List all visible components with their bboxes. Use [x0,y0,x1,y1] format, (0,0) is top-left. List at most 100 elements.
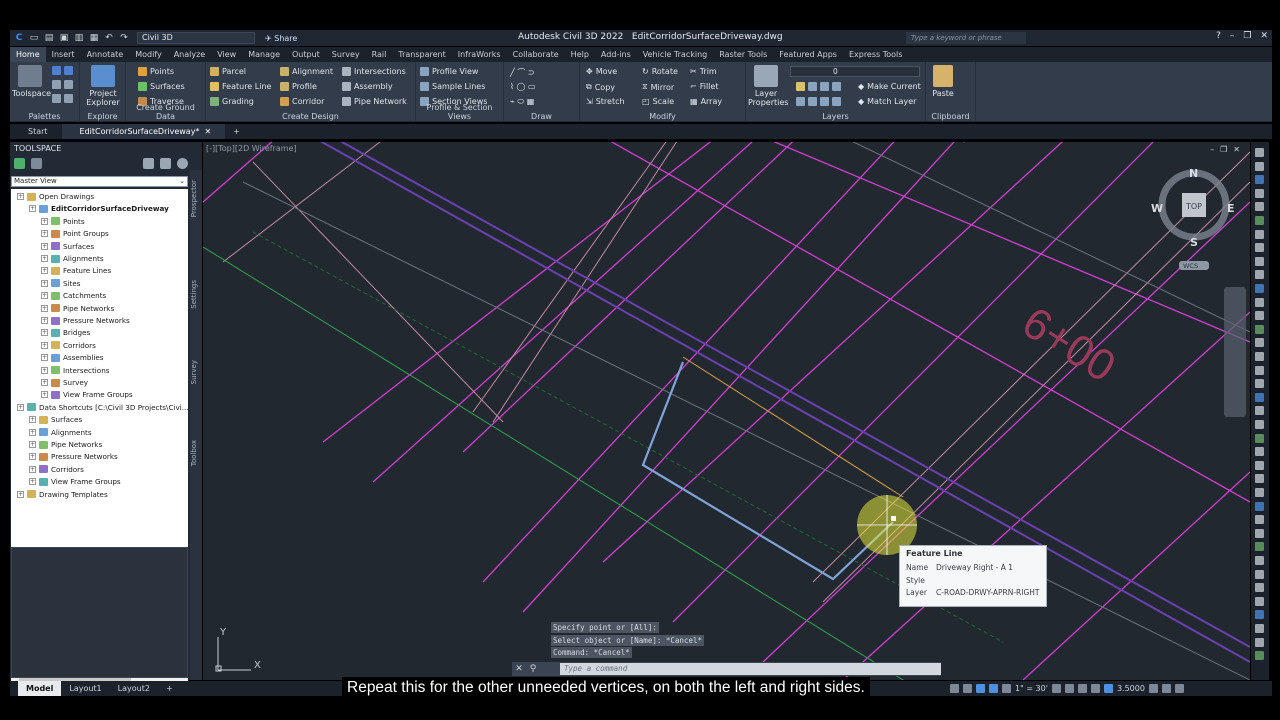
points-button[interactable]: Points [138,67,174,76]
expand-icon[interactable]: + [17,403,24,411]
tool-icon[interactable] [1255,352,1264,361]
search-input[interactable]: Type a keyword or phrase [906,32,1026,44]
print-icon[interactable]: ▦ [89,33,99,43]
tab-start[interactable]: Start [10,124,62,139]
tree-item[interactable]: + Intersections [41,365,110,376]
settings-gear-icon[interactable] [1051,684,1061,693]
minimize-icon[interactable]: – [1230,31,1235,41]
snap-icon[interactable] [950,684,959,693]
tab-analyze[interactable]: Analyze [168,47,212,62]
feature-line-button[interactable]: Feature Line [210,82,271,91]
osnap-icon[interactable] [1002,684,1011,693]
fillet-button[interactable]: ⌐ Fillet [690,82,718,91]
tree-item[interactable]: + Assemblies [41,352,104,363]
tool-icon[interactable] [1255,542,1264,552]
compass-w[interactable]: W [1151,202,1163,215]
layer-properties-button[interactable]: Layer Properties [748,65,788,107]
palette-icons-2[interactable] [52,80,73,89]
command-customize-icon[interactable]: ⚲ [526,664,540,674]
tool-icon[interactable] [1255,474,1264,484]
tree-item[interactable]: + View Frame Groups [29,476,121,487]
sample-lines-button[interactable]: Sample Lines [420,82,485,91]
tool-icon[interactable] [1255,447,1264,457]
tree-item[interactable]: + Surfaces [41,241,94,252]
expand-icon[interactable]: + [17,490,24,498]
tree-item[interactable]: + Pressure Networks [41,315,130,326]
list-icon[interactable] [160,157,171,169]
hardware-accel-icon[interactable] [1090,684,1100,693]
mirror-button[interactable]: ⧖ Mirror [642,82,674,92]
refresh-icon[interactable] [31,157,42,169]
tab-layout1[interactable]: Layout1 [61,681,109,696]
tool-icon[interactable] [1255,188,1264,198]
match-layer-button[interactable]: ◆ Match Layer [858,97,916,106]
share-button[interactable]: ✈ Share [265,34,297,43]
tab-home[interactable]: Home [10,47,46,62]
layer-tools-row-2[interactable] [796,97,841,106]
command-close-icon[interactable]: ✕ [512,664,526,674]
tab-view[interactable]: View [211,47,242,62]
profile-button[interactable]: Profile [280,82,317,91]
tree-item[interactable]: + Open Drawings [17,191,94,202]
viewport-restore-icon[interactable]: ❐ [1220,145,1227,154]
tool-icon[interactable] [1255,420,1264,429]
viewcube-top-label[interactable]: TOP [1185,202,1202,211]
tree-item[interactable]: + Corridors [29,464,84,475]
tool-icon[interactable] [1255,583,1264,593]
move-button[interactable]: ✥ Move [586,67,617,76]
tab-modify[interactable]: Modify [129,47,168,62]
workspace-select[interactable]: Civil 3D [137,32,255,44]
tab-active-drawing[interactable]: EditCorridorSurfaceDriveway* ✕ [61,124,226,139]
tree-item[interactable]: + Feature Lines [41,265,111,276]
tool-icon[interactable] [1255,637,1264,647]
tab-infraworks[interactable]: InfraWorks [452,47,507,62]
master-view-select[interactable]: Master View ⌄ [11,176,188,187]
app-menu-icon[interactable]: C [14,33,24,43]
tree-item[interactable]: + Survey [41,377,88,388]
tab-output[interactable]: Output [286,47,326,62]
spline-tool[interactable]: ⌁ ⬭ ▦ [510,97,534,107]
profile-view-button[interactable]: Profile View [420,67,478,76]
isolate-icon[interactable] [1077,684,1087,693]
tree-item[interactable]: + Pipe Networks [41,303,114,314]
tab-manage[interactable]: Manage [242,47,286,62]
viewport-label[interactable]: [-][Top][2D Wireframe] [206,144,297,153]
tool-icon[interactable] [1255,202,1264,212]
tab-close-icon[interactable]: ✕ [202,127,212,136]
tool-icon[interactable] [1255,624,1264,633]
ortho-icon[interactable] [976,684,985,693]
tree-item[interactable]: + Point Groups [41,228,109,239]
tool-icon[interactable] [1255,270,1264,280]
viewcube-compass[interactable]: TOP N S E W WCS [1151,167,1235,270]
command-input[interactable]: Type a command [560,663,941,675]
stretch-button[interactable]: ⇲ Stretch [586,97,625,106]
new-tab-button[interactable]: + [225,124,248,139]
tool-icon[interactable] [1255,392,1264,402]
scale-button[interactable]: ◰ Scale [642,97,674,106]
side-tab-toolbox[interactable]: Toolbox [190,440,202,466]
help-circle-icon[interactable] [177,157,188,169]
grid-icon[interactable] [963,684,972,693]
expand-icon[interactable]: + [41,279,48,287]
tab-rail[interactable]: Rail [366,47,393,62]
save-icon[interactable]: ▣ [59,33,69,43]
tool-icon[interactable] [1255,284,1264,293]
tool-icon[interactable] [1255,488,1264,497]
annotation-scale[interactable]: 1" = 30' [1015,684,1048,693]
tab-express-tools[interactable]: Express Tools [843,47,909,62]
tab-annotate[interactable]: Annotate [81,47,130,62]
workspace-icon[interactable] [1148,684,1158,693]
tree-icon[interactable] [143,157,154,169]
layer-tools-row-1[interactable] [796,82,841,91]
tool-icon[interactable] [1255,556,1264,565]
expand-icon[interactable]: + [41,379,48,386]
expand-icon[interactable]: + [29,441,36,448]
trim-button[interactable]: ✂ Trim [690,67,717,76]
paste-button[interactable]: Paste [928,65,958,98]
alignment-button[interactable]: Alignment [280,67,333,76]
tree-item[interactable]: + Corridors [41,340,96,351]
tool-icon[interactable] [1255,365,1264,375]
tool-icon[interactable] [1255,311,1264,321]
tab-transparent[interactable]: Transparent [392,47,451,62]
make-current-button[interactable]: ◆ Make Current [858,82,921,91]
